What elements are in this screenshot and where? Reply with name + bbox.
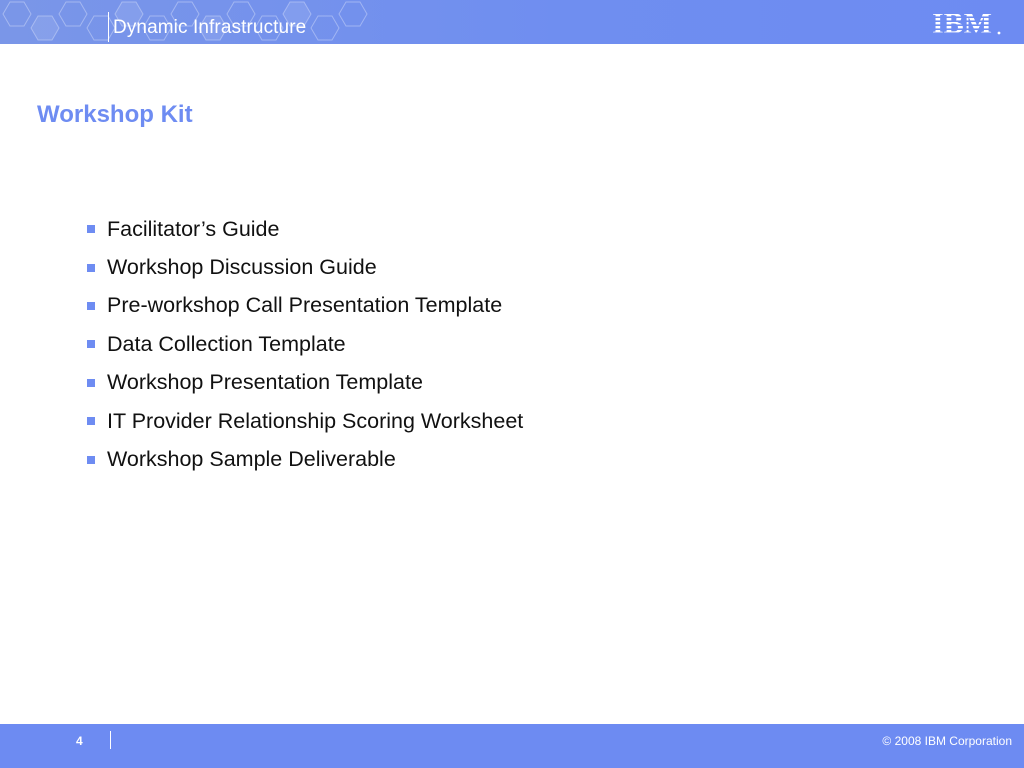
- bullet-text: Facilitator’s Guide: [107, 216, 280, 241]
- bullet-item: Workshop Discussion Guide: [87, 248, 523, 286]
- bullet-item: Workshop Sample Deliverable: [87, 440, 523, 478]
- bullet-text: Data Collection Template: [107, 331, 346, 356]
- page-number: 4: [76, 734, 83, 748]
- copyright-notice: © 2008 IBM Corporation: [882, 734, 1012, 748]
- slide: Dynamic Infrastructure IBM Workshop Kit …: [0, 0, 1024, 768]
- square-bullet-icon: [87, 378, 95, 387]
- bullet-item: Workshop Presentation Template: [87, 364, 523, 402]
- bullet-text: Workshop Sample Deliverable: [107, 447, 396, 472]
- footer-divider: [110, 731, 111, 749]
- bullet-item: Pre-workshop Call Presentation Template: [87, 287, 523, 325]
- slide-title: Workshop Kit: [37, 101, 193, 128]
- bullet-text: IT Provider Relationship Scoring Workshe…: [107, 408, 524, 433]
- bullet-item: Data Collection Template: [87, 325, 523, 363]
- square-bullet-icon: [87, 455, 95, 464]
- bullet-item: Facilitator’s Guide: [87, 210, 523, 248]
- square-bullet-icon: [87, 301, 95, 310]
- header-title-divider: [108, 12, 109, 42]
- svg-text:IBM: IBM: [932, 7, 992, 38]
- bullet-item: IT Provider Relationship Scoring Workshe…: [87, 402, 523, 440]
- square-bullet-icon: [87, 340, 95, 349]
- ibm-logo-icon: IBM: [932, 7, 1001, 38]
- bullet-text: Pre-workshop Call Presentation Template: [107, 293, 503, 318]
- header-banner: Dynamic Infrastructure IBM: [0, 0, 1024, 44]
- bullet-list: Facilitator’s Guide Workshop Discussion …: [87, 210, 523, 479]
- bullet-text: Workshop Presentation Template: [107, 370, 423, 395]
- square-bullet-icon: [87, 417, 95, 426]
- header-title: Dynamic Infrastructure: [113, 17, 307, 38]
- square-bullet-icon: [87, 225, 95, 234]
- bullet-text: Workshop Discussion Guide: [107, 255, 377, 280]
- footer-bar: 4 © 2008 IBM Corporation: [0, 724, 1024, 768]
- square-bullet-icon: [87, 263, 95, 272]
